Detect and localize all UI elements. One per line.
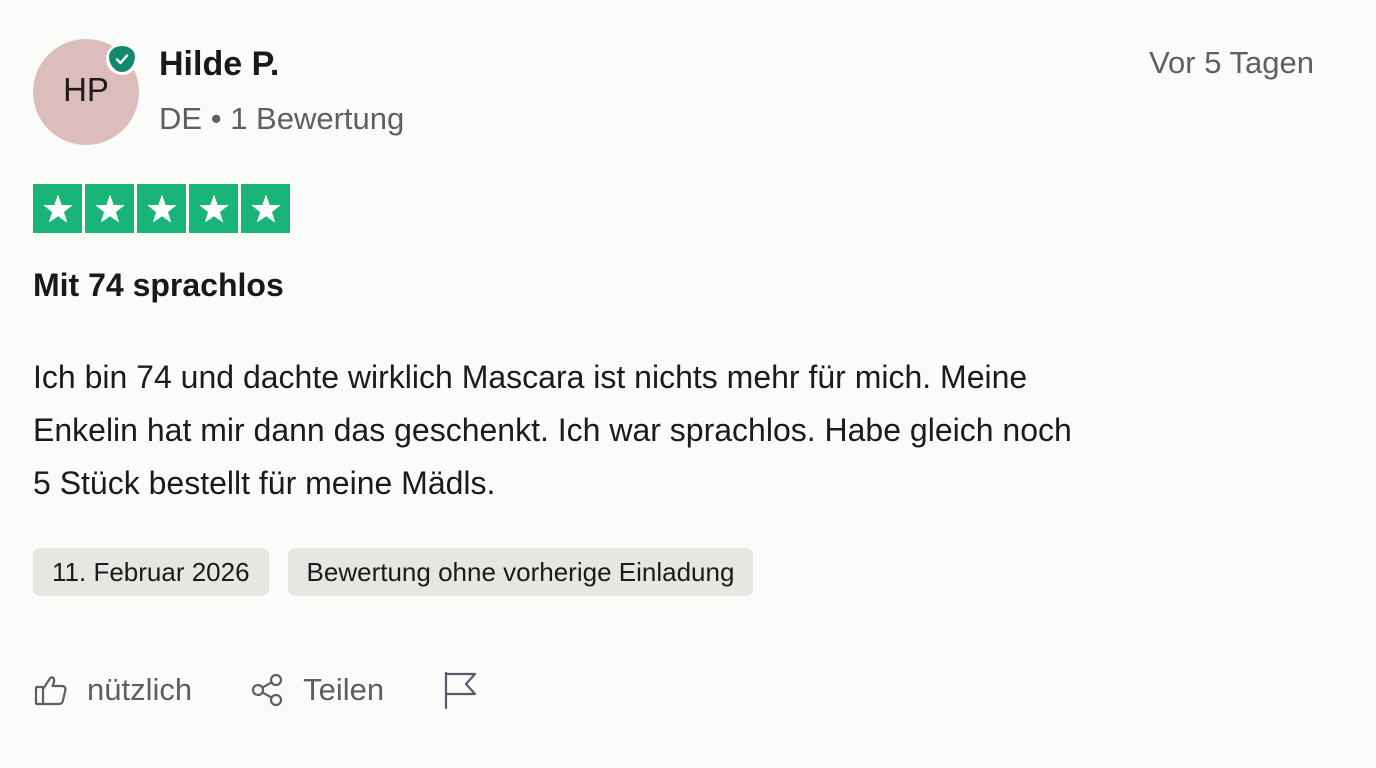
review-date-tag: 11. Februar 2026	[33, 548, 269, 596]
review-body: Ich bin 74 und dachte wirklich Mascara i…	[33, 351, 1333, 510]
star-icon	[189, 184, 238, 233]
share-button[interactable]: Teilen	[249, 672, 384, 708]
review-body-line: Ich bin 74 und dachte wirklich Mascara i…	[33, 359, 1028, 395]
review-tags: 11. Februar 2026 Bewertung ohne vorherig…	[33, 548, 754, 596]
helpful-label: nützlich	[87, 672, 193, 707]
avatar-initials: HP	[63, 71, 109, 108]
thumbs-up-icon	[33, 672, 69, 708]
review-card: HP Hilde P. DE • 1 Bewertung Vor 5 Tagen…	[0, 0, 1376, 768]
star-icon	[33, 184, 82, 233]
invitation-status-tag[interactable]: Bewertung ohne vorherige Einladung	[287, 548, 754, 596]
review-title: Mit 74 sprachlos	[33, 267, 284, 303]
report-button[interactable]	[442, 670, 478, 710]
reviewer-name[interactable]: Hilde P.	[159, 44, 279, 84]
reviewer-meta: DE • 1 Bewertung	[159, 99, 404, 139]
share-icon	[249, 672, 285, 708]
meta-separator: •	[210, 101, 222, 136]
star-rating	[33, 184, 290, 233]
reviewer-country: DE	[159, 101, 203, 136]
star-icon	[85, 184, 134, 233]
verified-check-icon	[106, 43, 138, 75]
review-body-line: 5 Stück bestellt für meine Mädls.	[33, 465, 496, 501]
star-icon	[241, 184, 290, 233]
reviewer-review-count: 1 Bewertung	[230, 101, 405, 136]
review-actions: nützlich Teilen	[33, 670, 478, 710]
helpful-button[interactable]: nützlich	[33, 672, 192, 708]
flag-icon	[442, 670, 478, 710]
share-label: Teilen	[303, 672, 385, 707]
review-relative-date: Vor 5 Tagen	[1149, 45, 1314, 80]
star-icon	[137, 184, 186, 233]
review-body-line: Enkelin hat mir dann das geschenkt. Ich …	[33, 412, 1072, 448]
